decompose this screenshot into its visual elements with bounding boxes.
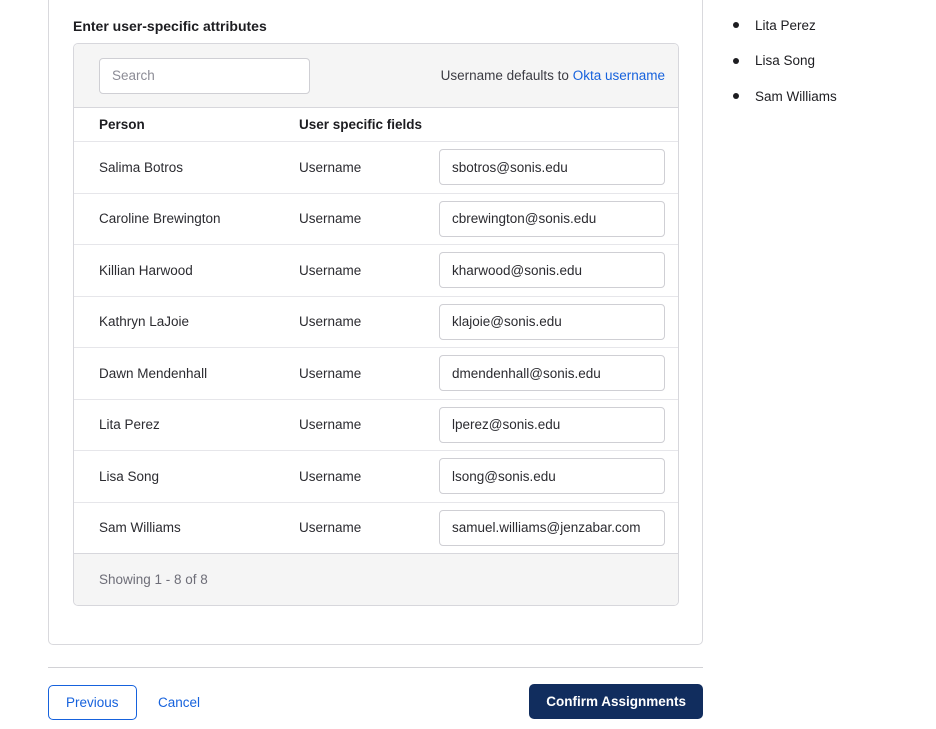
table-row: Salima Botros Username: [74, 141, 678, 193]
field-label: Username: [299, 417, 362, 433]
person-name: Killian Harwood: [99, 262, 193, 278]
bullet-icon: [733, 93, 739, 99]
username-input[interactable]: [439, 458, 665, 495]
column-header-person: Person: [99, 117, 145, 132]
username-input[interactable]: [439, 252, 665, 289]
field-label: Username: [299, 314, 362, 330]
field-label: Username: [299, 211, 362, 227]
list-item: Lita Perez: [733, 14, 837, 36]
person-name: Sam Williams: [99, 520, 181, 536]
table-row: Kathryn LaJoie Username: [74, 295, 678, 347]
table-row: Caroline Brewington Username: [74, 192, 678, 244]
table-header-row: Person User specific fields: [74, 108, 678, 141]
username-note-text: Username defaults to: [440, 68, 573, 83]
table-row: Sam Williams Username: [74, 501, 678, 553]
person-name: Caroline Brewington: [99, 211, 221, 227]
field-input-cell: [439, 355, 678, 392]
search-input[interactable]: [99, 57, 310, 94]
field-input-cell: [439, 252, 678, 289]
field-label: Username: [299, 520, 362, 536]
table-row: Dawn Mendenhall Username: [74, 347, 678, 399]
bullet-icon: [733, 22, 739, 28]
username-input[interactable]: [439, 149, 665, 186]
cancel-link[interactable]: Cancel: [158, 685, 200, 720]
person-name: Kathryn LaJoie: [99, 314, 190, 330]
field-input-cell: [439, 406, 678, 443]
page-title: Enter user-specific attributes: [73, 18, 267, 34]
previous-button[interactable]: Previous: [48, 685, 137, 720]
field-input-cell: [439, 458, 678, 495]
field-label: Username: [299, 365, 362, 381]
table-row: Lita Perez Username: [74, 398, 678, 450]
confirm-assignments-button[interactable]: Confirm Assignments: [529, 684, 703, 719]
person-name: Dawn Mendenhall: [99, 365, 208, 381]
panel-toolbar: Username defaults to Okta username: [74, 44, 678, 108]
table-row: Lisa Song Username: [74, 450, 678, 502]
table-row: Killian Harwood Username: [74, 244, 678, 296]
field-label: Username: [299, 468, 362, 484]
field-label: Username: [299, 262, 362, 278]
assigned-people-list: Lita Perez Lisa Song Sam Williams: [733, 14, 837, 121]
person-list-label: Lisa Song: [755, 53, 816, 68]
okta-username-link[interactable]: Okta username: [573, 68, 665, 83]
field-input-cell: [439, 149, 678, 186]
bullet-icon: [733, 57, 739, 64]
person-list-label: Sam Williams: [755, 88, 837, 104]
field-input-cell: [439, 200, 678, 237]
list-item: Sam Williams: [733, 85, 837, 107]
attributes-card: Enter user-specific attributes Username …: [48, 0, 703, 645]
person-list-label: Lita Perez: [755, 17, 816, 33]
person-name: Lisa Song: [99, 468, 160, 484]
person-name: Lita Perez: [99, 417, 160, 433]
field-label: Username: [299, 159, 362, 175]
username-input[interactable]: [439, 355, 665, 392]
username-input[interactable]: [439, 509, 665, 546]
field-input-cell: [439, 509, 678, 546]
username-input[interactable]: [439, 200, 665, 237]
column-header-fields: User specific fields: [299, 117, 423, 132]
username-input[interactable]: [439, 406, 665, 443]
person-name: Salima Botros: [99, 159, 184, 175]
username-input[interactable]: [439, 303, 665, 340]
attributes-panel: Username defaults to Okta username Perso…: [73, 43, 679, 606]
table-body: Salima Botros Username Caroline Brewingt…: [74, 141, 678, 553]
field-input-cell: [439, 303, 678, 340]
username-default-note: Username defaults to Okta username: [441, 68, 665, 83]
footer-divider: [48, 667, 703, 668]
table-footer: Showing 1 - 8 of 8: [74, 553, 678, 605]
list-item: Lisa Song: [733, 50, 837, 72]
showing-count: Showing 1 - 8 of 8: [99, 572, 208, 587]
